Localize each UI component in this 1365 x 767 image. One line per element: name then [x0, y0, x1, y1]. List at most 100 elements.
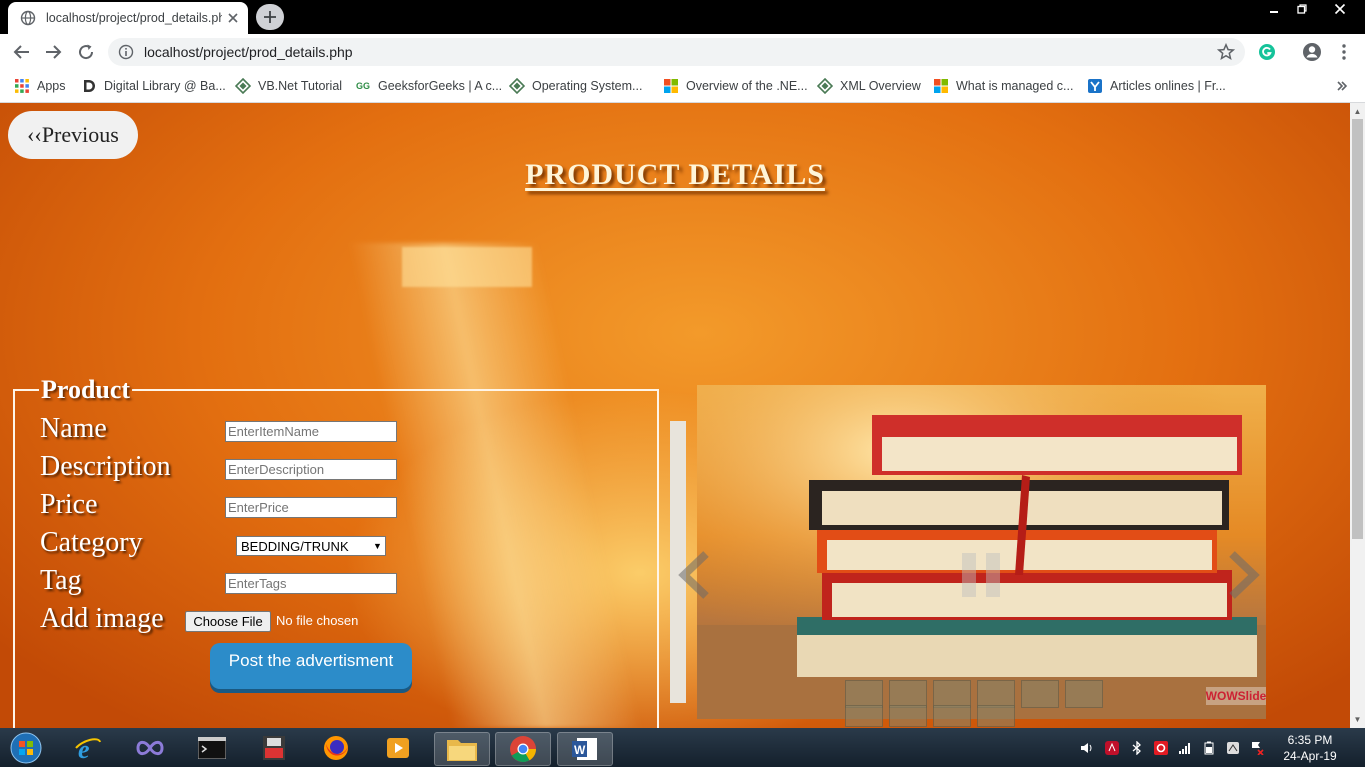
bookmark-star-button[interactable]	[1216, 42, 1236, 62]
taskbar-internet-explorer[interactable]: e	[72, 732, 104, 764]
taskbar-media-player[interactable]	[382, 732, 414, 764]
double-chevron-right-icon	[1337, 81, 1348, 91]
windows-taskbar: e W 6:35 PM 24-Apr-19	[0, 728, 1365, 767]
add-image-label: Add image	[40, 603, 164, 634]
action-center-flag-icon[interactable]	[1250, 741, 1264, 755]
scroll-down-arrow-icon[interactable]: ▼	[1353, 715, 1362, 724]
network-signal-icon[interactable]	[1178, 741, 1192, 755]
browser-toolbar: localhost/project/prod_details.php	[0, 34, 1365, 70]
bookmark-dotnet-overview[interactable]: Overview of the .NE...	[663, 77, 808, 95]
tray-app-icon[interactable]	[1226, 741, 1240, 755]
price-label: Price	[40, 489, 98, 520]
taskbar-firefox[interactable]	[320, 732, 352, 764]
yahoo-icon	[1087, 78, 1103, 94]
new-tab-button[interactable]	[256, 4, 284, 30]
post-advertisement-button[interactable]: Post the advertisment	[210, 643, 412, 689]
name-input[interactable]	[225, 421, 397, 442]
bookmark-label: What is managed c...	[956, 79, 1074, 93]
page-scrollbar[interactable]: ▲ ▼	[1350, 103, 1365, 728]
bluetooth-icon[interactable]	[1130, 741, 1144, 755]
ms-app-icon	[263, 736, 285, 760]
slider-thumbnail[interactable]	[1065, 680, 1103, 708]
taskbar-visual-studio[interactable]	[134, 732, 166, 764]
clock-time: 6:35 PM	[1287, 733, 1333, 747]
product-legend: Product	[41, 375, 131, 404]
slider-prev-arrow-icon[interactable]	[676, 550, 716, 600]
taskbar-file-explorer[interactable]	[434, 732, 490, 766]
slider-thumbnail[interactable]	[1021, 680, 1059, 708]
microsoft-icon	[663, 78, 679, 94]
reload-icon	[79, 44, 94, 60]
bookmark-vbnet-tutorial[interactable]: VB.Net Tutorial	[235, 77, 342, 95]
category-select[interactable]: BEDDING/TRUNK ▼	[236, 536, 386, 556]
restore-button[interactable]	[1290, 0, 1314, 18]
microsoft-icon	[933, 78, 949, 94]
page-viewport: ‹‹Previous PRODUCT DETAILS Product Name …	[0, 103, 1350, 728]
slider-thumbnail[interactable]	[845, 680, 883, 708]
taskbar-command-prompt[interactable]	[196, 732, 228, 764]
bookmark-operating-system[interactable]: Operating System...	[509, 77, 642, 95]
tray-app-red-icon[interactable]	[1105, 741, 1119, 755]
dropdown-arrow-icon: ▼	[373, 541, 382, 551]
browser-tab[interactable]: localhost/project/prod_details.php	[8, 2, 248, 34]
slider-thumbnail[interactable]	[889, 705, 927, 727]
bookmark-geeksforgeeks[interactable]: GG GeeksforGeeks | A c...	[355, 77, 502, 95]
geeksforgeeks-icon: GG	[355, 81, 370, 91]
slider-next-arrow-icon[interactable]	[1222, 550, 1262, 600]
address-bar[interactable]: localhost/project/prod_details.php	[108, 38, 1245, 66]
price-input[interactable]	[225, 497, 397, 518]
volume-icon[interactable]	[1080, 741, 1094, 755]
info-icon[interactable]	[118, 44, 134, 60]
taskbar-clock[interactable]: 6:35 PM 24-Apr-19	[1280, 732, 1340, 764]
infinity-icon	[136, 740, 164, 756]
bookmark-apps[interactable]: Apps	[14, 77, 66, 95]
arrow-left-icon	[13, 45, 29, 59]
forward-button[interactable]	[43, 42, 63, 62]
grammarly-extension-button[interactable]	[1257, 42, 1277, 62]
slider-thumbnail[interactable]	[977, 705, 1015, 727]
arrow-right-icon	[46, 45, 62, 59]
profile-button[interactable]	[1302, 42, 1322, 62]
battery-icon[interactable]	[1202, 741, 1216, 755]
bookmark-label: Apps	[37, 79, 66, 93]
close-icon	[1334, 3, 1346, 15]
window-close-button[interactable]	[1318, 0, 1362, 18]
choose-file-button[interactable]: Choose File	[185, 611, 271, 632]
diamond-site-icon	[509, 78, 525, 94]
slider-pause-icon[interactable]	[960, 551, 1004, 599]
taskbar-word[interactable]: W	[557, 732, 613, 766]
bookmark-articles-onlines[interactable]: Articles onlines | Fr...	[1087, 77, 1226, 95]
tag-input[interactable]	[225, 573, 397, 594]
diamond-site-icon	[817, 78, 833, 94]
bookmark-xml-overview[interactable]: XML Overview	[817, 77, 921, 95]
minimize-button[interactable]	[1262, 0, 1286, 18]
folder-icon	[447, 740, 477, 761]
scroll-thumb[interactable]	[1352, 119, 1363, 539]
account-icon	[1303, 43, 1321, 61]
start-button[interactable]	[8, 732, 44, 764]
slider-thumbnail[interactable]	[845, 705, 883, 727]
taskbar-chrome[interactable]	[495, 732, 551, 766]
bookmark-managed-code[interactable]: What is managed c...	[933, 77, 1073, 95]
previous-button[interactable]: ‹‹Previous	[8, 111, 138, 159]
slider-thumbnail[interactable]	[889, 680, 927, 708]
firefox-icon	[324, 736, 348, 760]
slider-thumbnail[interactable]	[933, 680, 971, 708]
bookmark-digital-library[interactable]: Digital Library @ Ba...	[81, 77, 226, 95]
reload-button[interactable]	[76, 42, 96, 62]
back-button[interactable]	[12, 42, 32, 62]
scroll-up-arrow-icon[interactable]: ▲	[1353, 107, 1362, 116]
slider-thumbnail[interactable]	[933, 705, 971, 727]
page-title: PRODUCT DETAILS	[525, 158, 825, 191]
description-input[interactable]	[225, 459, 397, 480]
bookmarks-overflow-button[interactable]	[1336, 77, 1348, 95]
taskbar-ms-access[interactable]	[258, 732, 290, 764]
close-icon[interactable]	[226, 11, 240, 25]
quick-heal-icon[interactable]	[1154, 741, 1168, 755]
description-label: Description	[40, 451, 171, 482]
bookmark-label: Overview of the .NE...	[686, 79, 808, 93]
slider-thumbnail[interactable]	[977, 680, 1015, 708]
menu-button[interactable]	[1334, 42, 1354, 62]
bookmark-label: Articles onlines | Fr...	[1110, 79, 1226, 93]
bookmark-label: GeeksforGeeks | A c...	[378, 79, 503, 93]
